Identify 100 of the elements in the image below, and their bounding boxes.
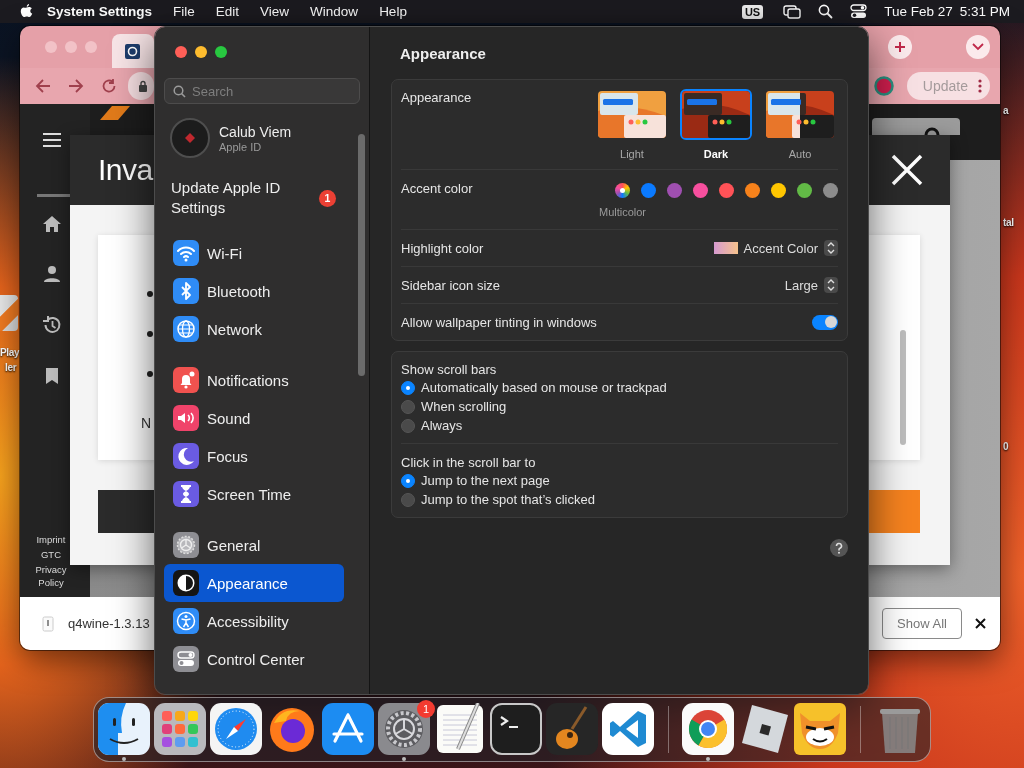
desktop-icon-label: tal — [1003, 216, 1014, 229]
menu-bar-date[interactable]: Tue Feb 27 — [884, 4, 953, 19]
accent-color-swatch[interactable] — [745, 183, 760, 198]
home-icon[interactable] — [42, 215, 62, 233]
appearance-option-label[interactable]: Light — [620, 148, 644, 160]
menu-icon[interactable] — [42, 132, 62, 148]
scrollbar-thumb[interactable] — [900, 330, 906, 445]
menu-item[interactable]: Edit — [215, 4, 240, 19]
sidebar-item[interactable]: Bluetooth — [164, 272, 344, 310]
input-source-badge[interactable]: US — [741, 4, 764, 19]
bluetooth-icon — [173, 278, 199, 304]
address-bar[interactable] — [128, 72, 154, 100]
browser-tab[interactable] — [112, 34, 154, 68]
popup-button[interactable]: Accent Color — [743, 240, 818, 256]
help-icon[interactable] — [830, 539, 848, 557]
reload-icon[interactable] — [101, 78, 117, 94]
sidebar-item[interactable]: Focus — [164, 437, 344, 475]
stepper-icon[interactable] — [824, 277, 838, 293]
search-button[interactable] — [872, 118, 960, 135]
radio-label: Jump to the spot that’s clicked — [421, 492, 595, 507]
appearance-option-label[interactable]: Auto — [788, 148, 812, 160]
appearance-option-label[interactable]: Dark — [703, 148, 729, 160]
account-name[interactable]: Calub Viem — [219, 123, 292, 140]
radio-label: Jump to the next page — [421, 473, 550, 488]
menu-item[interactable]: Help — [379, 4, 407, 19]
menu-item[interactable]: View — [260, 4, 290, 19]
show-all-button[interactable]: Show All — [882, 608, 962, 639]
forward-arrow-icon[interactable] — [68, 78, 84, 94]
accent-color-swatch[interactable] — [771, 183, 786, 198]
sidebar-item[interactable]: Appearance — [164, 564, 344, 602]
sidebar-item[interactable]: Update Apple ID Settings — [171, 178, 311, 218]
appearance-thumbnail[interactable] — [764, 89, 836, 140]
sidebar-item[interactable]: Control Center — [164, 640, 344, 678]
bookmark-icon[interactable] — [45, 367, 59, 385]
accent-color-swatch[interactable] — [667, 183, 682, 198]
accent-color-swatch[interactable] — [615, 183, 630, 198]
new-tab-button[interactable] — [888, 35, 912, 59]
tab-search-button[interactable] — [966, 35, 990, 59]
desktop-file-icon[interactable] — [0, 295, 18, 331]
appearance-thumbnail[interactable] — [596, 89, 668, 140]
app-store-icon[interactable] — [322, 703, 374, 755]
appearance-thumbnail[interactable] — [680, 89, 752, 140]
toggle-switch[interactable] — [812, 314, 838, 330]
accent-color-swatch[interactable] — [719, 183, 734, 198]
sidebar-item[interactable]: General — [164, 526, 344, 564]
history-icon[interactable] — [42, 315, 62, 335]
radio-button[interactable] — [401, 418, 415, 433]
gear-icon[interactable] — [378, 703, 430, 755]
scrollbar-thumb[interactable] — [358, 134, 365, 376]
radio-button[interactable] — [401, 399, 415, 414]
accent-color-swatch[interactable] — [823, 183, 838, 198]
document-pen-icon[interactable] — [434, 703, 486, 755]
menu-bar-clock[interactable]: 5:31 PM — [959, 4, 1010, 19]
guitar-icon[interactable] — [546, 703, 598, 755]
sidebar-item[interactable]: Wi-Fi — [164, 234, 344, 272]
close-icon[interactable] — [975, 618, 986, 629]
screen-mirroring-icon[interactable] — [783, 4, 802, 19]
radio-button[interactable] — [401, 473, 415, 488]
window-control-icon[interactable] — [215, 45, 227, 58]
window-control-icon[interactable] — [175, 45, 187, 58]
sidebar-item[interactable]: Screen Time — [164, 475, 344, 513]
profile-avatar-icon[interactable] — [873, 76, 894, 96]
control-center-icon — [173, 646, 199, 672]
dialog-text: N — [141, 415, 152, 431]
back-arrow-icon[interactable] — [35, 78, 51, 94]
account-subtitle: Apple ID — [219, 140, 263, 153]
footer-link[interactable]: GTC — [40, 548, 62, 561]
person-icon[interactable] — [43, 265, 61, 283]
bullet-dot — [147, 291, 153, 297]
sidebar-item[interactable]: Network — [164, 310, 344, 348]
popup-button[interactable]: Large — [784, 277, 818, 293]
sidebar-item[interactable]: Sound — [164, 399, 344, 437]
window-control-icon[interactable] — [195, 45, 207, 58]
accent-color-swatch[interactable] — [693, 183, 708, 198]
terminal-icon[interactable] — [490, 703, 542, 755]
sidebar-item[interactable]: Accessibility — [164, 602, 344, 640]
radio-button[interactable] — [401, 492, 415, 507]
code-editor-icon[interactable] — [602, 703, 654, 755]
compass-icon[interactable] — [210, 703, 262, 755]
setting-label: Show scroll bars — [401, 361, 498, 378]
finder-face-icon[interactable] — [98, 703, 150, 755]
avatar[interactable] — [170, 118, 210, 158]
app-grid-icon[interactable] — [154, 703, 206, 755]
apple-logo-icon[interactable] — [20, 4, 33, 19]
footer-link[interactable]: Privacy Policy — [28, 563, 74, 589]
sidebar-item[interactable]: Notifications — [164, 361, 344, 399]
search-field[interactable]: Search — [164, 78, 360, 104]
download-file-name[interactable]: q4wine-1.3.13 — [68, 616, 150, 631]
accent-color-swatch[interactable] — [641, 183, 656, 198]
menu-item[interactable]: File — [173, 4, 195, 19]
accent-color-swatch[interactable] — [797, 183, 812, 198]
radio-button[interactable] — [401, 380, 415, 395]
control-center-icon[interactable] — [850, 4, 868, 19]
accent-color-caption: Multicolor — [598, 206, 647, 218]
tiger-face-icon[interactable] — [794, 703, 846, 755]
footer-link[interactable]: Imprint — [36, 533, 66, 546]
notification-badge: 1 — [319, 189, 336, 207]
app-name-menu[interactable]: System Settings — [47, 4, 153, 19]
menu-item[interactable]: Window — [310, 4, 359, 19]
stepper-icon[interactable] — [824, 240, 838, 256]
